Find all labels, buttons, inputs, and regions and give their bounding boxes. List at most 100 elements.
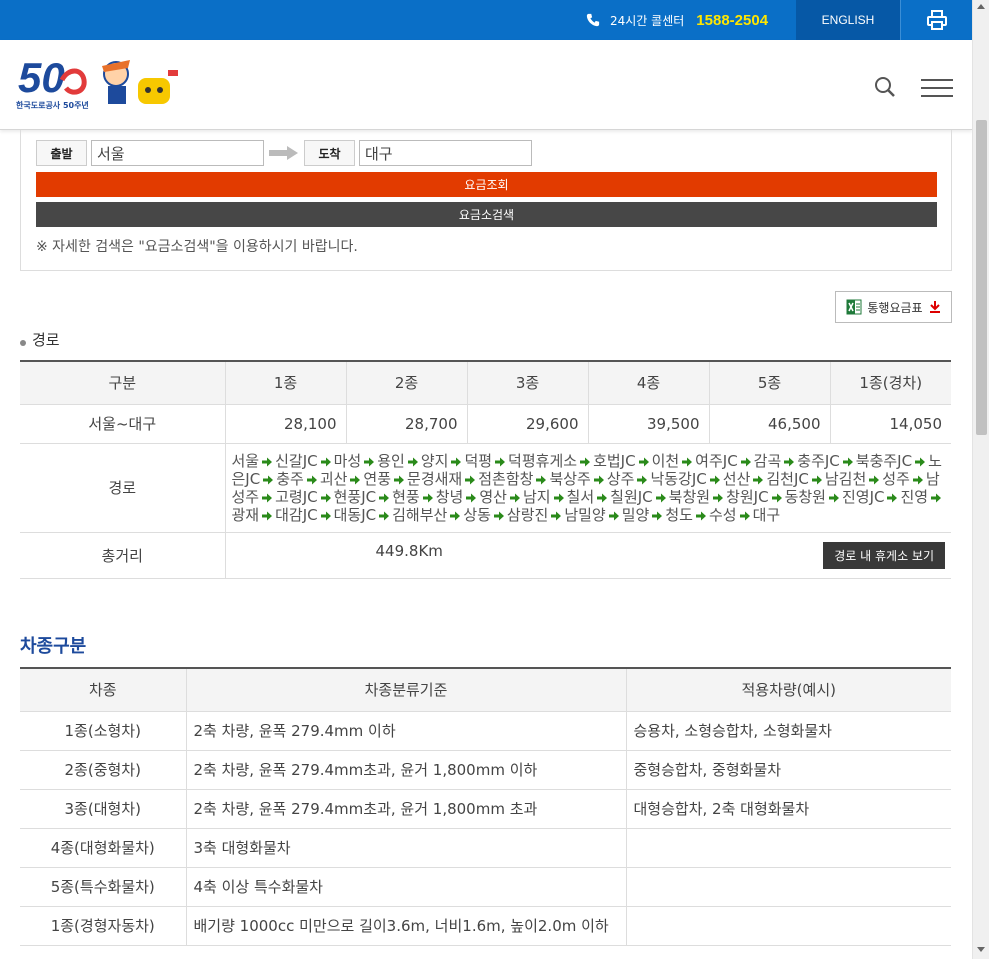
header-compact: 1종(경차) [829, 360, 951, 405]
vehicle-type: 1종(경형자동차) [20, 905, 187, 946]
depart-input[interactable] [91, 140, 264, 166]
route-stop: 이천 [651, 451, 680, 470]
route-arrow-icon [495, 457, 506, 466]
rest-area-button[interactable]: 경로 내 휴게소 보기 [823, 541, 945, 569]
route-arrow-icon [695, 511, 706, 520]
vehicle-type: 2종(중형차) [20, 749, 187, 790]
vehicle-type: 5종(특수화물차) [20, 866, 187, 907]
route-arrow-icon [597, 493, 608, 502]
route-stop: 고령JC [275, 487, 318, 506]
route-stop: 칠원JC [610, 487, 653, 506]
route-arrow-icon [637, 475, 648, 484]
table-row: 1종(소형차) 2축 차량, 윤폭 279.4mm 이하 승용차, 소형승합차,… [20, 710, 951, 751]
vehicle-type: 4종(대형화물차) [20, 827, 187, 868]
route-arrow-icon [394, 475, 405, 484]
scroll-thumb[interactable] [976, 120, 987, 435]
route-stop: 칠서 [566, 487, 595, 506]
fare-class5: 46,500 [708, 403, 831, 444]
route-stop: 상동 [463, 505, 491, 524]
vehicle-criteria: 4축 이상 특수화물차 [185, 866, 627, 907]
vehicle-criteria: 3축 대형화물차 [185, 827, 627, 868]
route-stop: 충주 [276, 469, 304, 488]
depart-label: 출발 [36, 140, 87, 166]
route-path: 서울 신갈JC 마성 용인 양지 덕평 덕평휴게소 호법JC 이천 여주JC 감곡 충주JC 북충주JC… [224, 442, 951, 533]
route-arrow-icon [915, 457, 926, 466]
search-note: ※ 자세한 검색은 "요금소검색"을 이용하시기 바랍니다. [36, 239, 358, 255]
call-center[interactable]: 24시간 콜센터 1588-2504 [586, 0, 768, 40]
fare-search-box: 출발 도착 요금조회 요금소검색 ※ 자세한 검색은 "요금소검색"을 이용하시… [20, 130, 952, 271]
route-arrow-icon [320, 457, 331, 466]
search-icon[interactable] [874, 76, 896, 98]
distance-label: 총거리 [20, 531, 226, 579]
excel-icon [846, 299, 862, 315]
vehicle-section-title: 차종구분 [20, 636, 87, 657]
distance-row: 총거리 449.8Km 경로 내 휴게소 보기 [20, 531, 951, 579]
route-arrow-icon [753, 475, 764, 484]
route-arrow-icon [608, 511, 619, 520]
route-stop: 성주 [882, 469, 910, 488]
route-stop: 괴산 [319, 469, 348, 488]
vehicle-criteria: 2축 차량, 윤폭 279.4mm 이하 [185, 710, 627, 751]
route-section-label: 경로 [32, 331, 60, 349]
route-stop: 남김천 [824, 469, 867, 488]
fare-query-button[interactable]: 요금조회 [36, 172, 937, 197]
route-stop: 청도 [665, 505, 693, 524]
route-stop: 감곡 [753, 451, 782, 470]
arrive-input[interactable] [359, 140, 532, 166]
route-arrow-icon [828, 493, 839, 502]
route-stop: 삼랑진 [506, 505, 549, 524]
route-row: 경로 서울 신갈JC 마성 용인 양지 덕평 덕평휴게소 호법JC 이천 여주JC 감곡 충주JC 북충… [20, 442, 951, 533]
tollgate-search-button[interactable]: 요금소검색 [36, 202, 937, 227]
route-arrow-icon [713, 493, 724, 502]
fare-class4: 39,500 [587, 403, 710, 444]
route-stop: 용인 [377, 451, 405, 470]
table-row: 1종(경형자동차) 배기량 1000cc 미만으로 길이3.6m, 너비1.6m… [20, 905, 951, 946]
route-stop: 대동JC [333, 505, 377, 524]
route-arrow-icon [407, 457, 418, 466]
route-stop: 점촌함창 [478, 469, 534, 488]
route-arrow-icon [912, 475, 923, 484]
top-bar: 24시간 콜센터 1588-2504 ENGLISH [0, 0, 972, 40]
route-arrow-icon [320, 511, 331, 520]
fare-class3: 29,600 [466, 403, 589, 444]
route-section-title: 경로 [20, 329, 60, 350]
route-arrow-icon [536, 475, 547, 484]
route-stop: 북충주JC [855, 451, 913, 470]
route-arrow-icon [379, 493, 390, 502]
page-scrollbar[interactable] [972, 0, 989, 959]
fare-table-download-button[interactable]: 통행요금표 [835, 291, 952, 323]
route-stop: 대구 [752, 505, 781, 524]
header-class1: 1종 [224, 360, 347, 405]
route-arrow-icon [451, 457, 462, 466]
route-arrow-icon [306, 475, 317, 484]
logo-number: 50 [18, 54, 65, 101]
fare-class2: 28,700 [345, 403, 468, 444]
route-stop: 충주JC [797, 451, 840, 470]
vehicle-type: 3종(대형차) [20, 788, 187, 829]
route-stop: 현풍JC [333, 487, 377, 506]
print-button[interactable] [900, 0, 972, 40]
header-class3: 3종 [466, 360, 589, 405]
header-class2: 2종 [345, 360, 468, 405]
route-arrow-icon [262, 493, 273, 502]
vehicle-table-header: 차종 차종분류기준 적용차량(예시) [20, 667, 951, 712]
route-stop: 김천JC [766, 469, 809, 488]
english-link[interactable]: ENGLISH [796, 0, 900, 40]
fare-table: 구분 1종 2종 3종 4종 5종 1종(경차) 서울~대구 28,100 28… [20, 360, 951, 579]
route-stop: 밀양 [621, 505, 650, 524]
route-arrow-icon [842, 457, 853, 466]
header-vehicle-type: 차종 [20, 667, 187, 712]
scroll-up-icon[interactable] [977, 4, 985, 9]
route-arrow-icon [350, 475, 361, 484]
site-header: 50 한국도로공사 50주년 [0, 40, 972, 130]
route-stop: 북창원 [668, 487, 711, 506]
vehicle-criteria: 배기량 1000cc 미만으로 길이3.6m, 너비1.6m, 높이2.0m 이… [185, 905, 627, 946]
vehicle-examples [625, 905, 951, 946]
header-examples: 적용차량(예시) [625, 667, 951, 712]
scroll-down-icon[interactable] [977, 947, 985, 952]
vehicle-criteria: 2축 차량, 윤폭 279.4mm초과, 윤거 1,800mm 이하 [185, 749, 627, 790]
call-center-label: 24시간 콜센터 [610, 13, 685, 28]
route-stop: 낙동강JC [650, 469, 707, 488]
route-arrow-icon [887, 493, 898, 502]
menu-icon[interactable] [921, 78, 953, 98]
